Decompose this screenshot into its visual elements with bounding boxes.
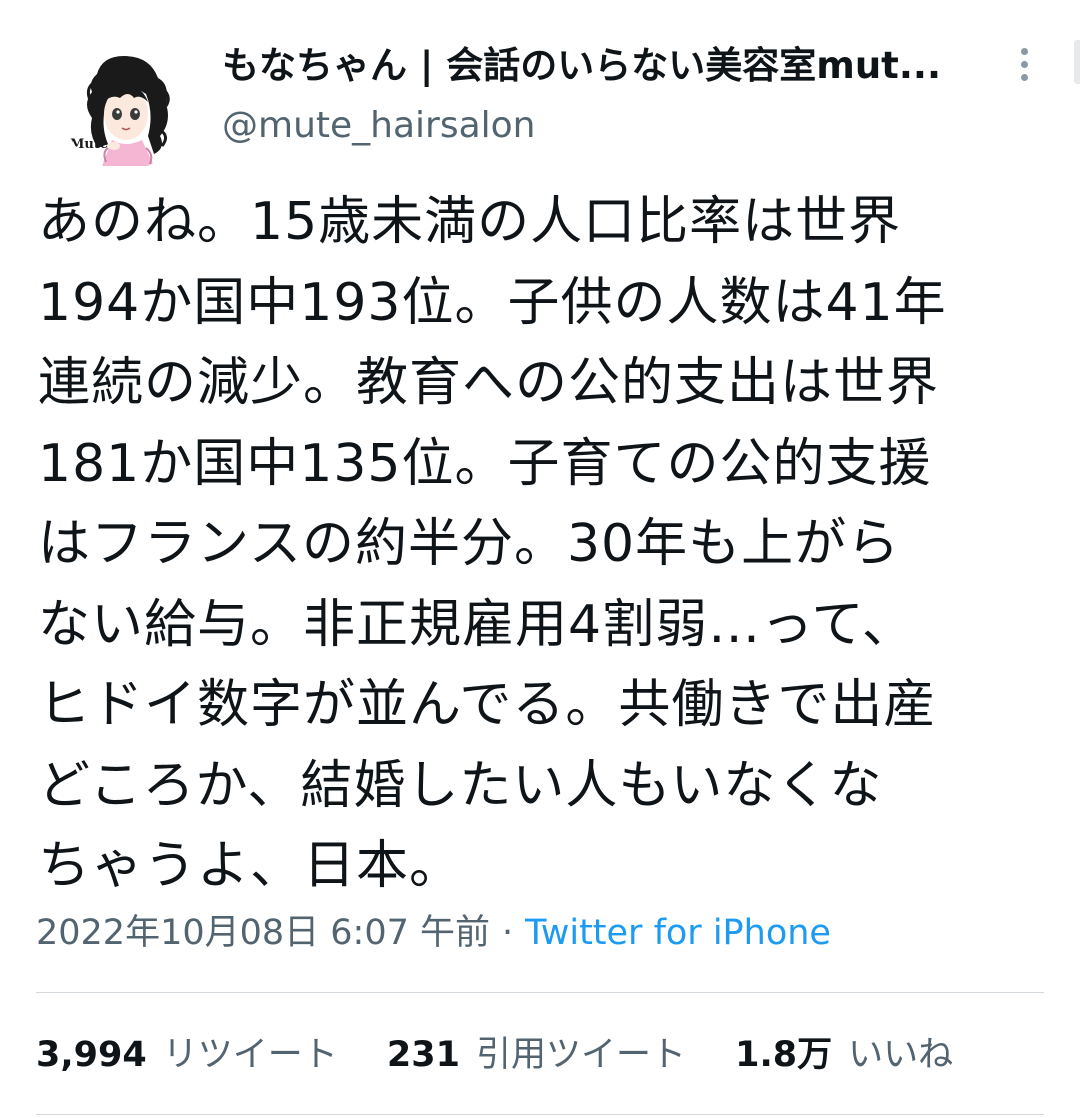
more-vertical-icon[interactable] [1004,40,1044,88]
more-dot [1020,73,1028,81]
tweet-detail: Mute もなちゃん | 会話のいらない美容室mut... @mute_hair… [0,0,1080,1118]
divider [36,992,1044,993]
avatar-illustration: Mute [70,56,170,166]
author-handle[interactable]: @mute_hairsalon [222,98,536,154]
likes-label: いいね [848,1035,954,1075]
more-dot [1020,47,1028,55]
avatar-logo-text: Mute [70,137,108,152]
meta-separator: · [502,913,514,953]
tweet-text: あのね。15歳未満の人口比率は世界 194か国中193位。子供の人数は41年 連… [38,192,947,896]
retweets-label: リツイート [162,1035,338,1075]
retweets-count: 3,994 [36,1035,147,1075]
retweets-stat[interactable]: 3,994 リツイート [36,1030,338,1080]
tweet-stats: 3,994 リツイート 231 引用ツイート 1.8万 いいね [36,1030,991,1080]
quotes-count: 231 [386,1035,460,1075]
more-dot [1020,60,1028,68]
avatar[interactable]: Mute [62,44,188,170]
tweet-timestamp[interactable]: 2022年10月08日 6:07 午前 [36,913,490,953]
likes-count: 1.8万 [735,1035,833,1075]
tweet-meta: 2022年10月08日 6:07 午前 · Twitter for iPhone [36,908,831,958]
tweet-source-link[interactable]: Twitter for iPhone [525,913,831,953]
scroll-edge-indicator [1074,40,1080,84]
quotes-stat[interactable]: 231 引用ツイート [387,1030,686,1080]
author-display-name[interactable]: もなちゃん | 会話のいらない美容室mut... [222,38,941,94]
divider [36,1114,1044,1115]
likes-stat[interactable]: 1.8万 いいね [735,1030,953,1080]
quotes-label: 引用ツイート [475,1035,686,1075]
